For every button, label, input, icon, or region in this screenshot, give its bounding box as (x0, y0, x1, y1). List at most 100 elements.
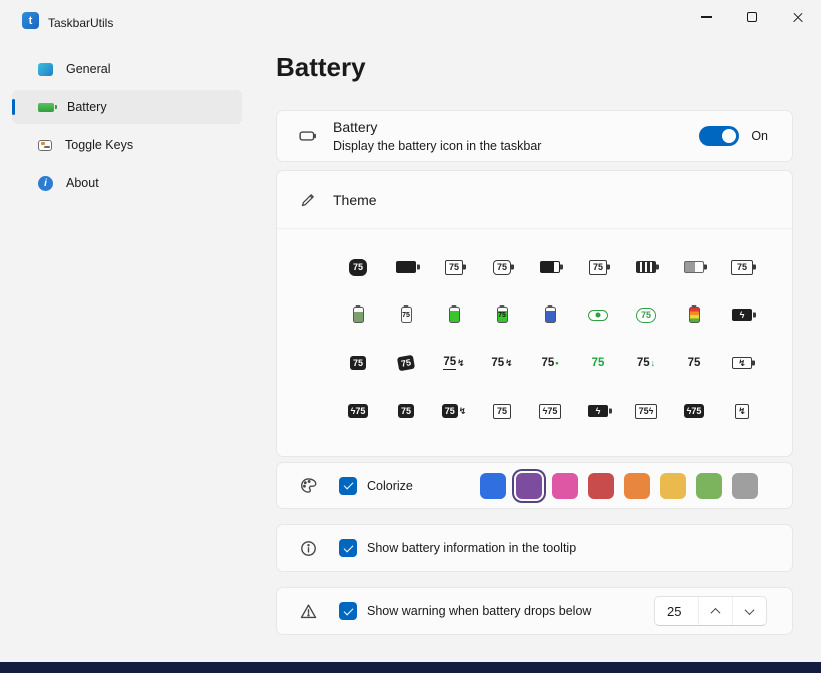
info-icon (38, 176, 53, 191)
sidebar-item-about[interactable]: About (12, 166, 242, 200)
tooltip-checkbox[interactable] (339, 539, 357, 557)
theme-icon-text-75-green: 75 (592, 357, 605, 369)
theme-option-outline-box-75[interactable]: 75 (478, 387, 526, 435)
theme-icon-suffix: • (555, 358, 558, 368)
theme-icon-text-75-plain: 75 (688, 357, 701, 369)
theme-option-solid-bolt-alt[interactable]: ϟ (574, 387, 622, 435)
theme-icon-dark-small-75: 75 (350, 356, 366, 370)
theme-icon-outline-rounded-75: 75 (493, 260, 511, 275)
color-swatch-purple[interactable] (516, 473, 542, 499)
colorize-label: Colorize (367, 479, 413, 493)
colorize-checkbox[interactable] (339, 477, 357, 495)
theme-option-dark-bolt-75[interactable]: ϟ75 (334, 387, 382, 435)
theme-option-solid-block[interactable] (382, 243, 430, 291)
theme-option-dark-tilted-75[interactable]: 75 (382, 339, 430, 387)
theme-option-text-75-dot[interactable]: 75• (526, 339, 574, 387)
color-swatch-red[interactable] (588, 473, 614, 499)
color-swatch-green[interactable] (696, 473, 722, 499)
theme-card: Theme 7575757575757575ϟ757575↯75↯75•7575… (276, 170, 793, 457)
toggle-keys-icon (38, 140, 52, 151)
theme-option-vertical-green[interactable] (430, 291, 478, 339)
theme-icon-text-75-plug: 75 (491, 357, 504, 369)
card-subtitle: Display the battery icon in the taskbar (333, 139, 541, 153)
color-swatch-gray[interactable] (732, 473, 758, 499)
theme-icon-suffix: ↯ (457, 358, 465, 369)
threshold-value[interactable]: 25 (655, 597, 698, 625)
theme-icon-dark-boltv-75: ϟ75 (684, 404, 705, 418)
theme-option-text-75-plug[interactable]: 75↯ (478, 339, 526, 387)
app-title: TaskbarUtils (48, 16, 113, 30)
theme-icon-partial-gray (684, 261, 704, 273)
tooltip-card: Show battery information in the tooltip (276, 524, 793, 572)
palette-icon (299, 477, 317, 495)
theme-option-vertical-gradient[interactable] (670, 291, 718, 339)
warning-checkbox[interactable] (339, 602, 357, 620)
theme-icon-suffix: ↯ (459, 406, 467, 417)
theme-option-oval-green-75[interactable]: 75 (622, 291, 670, 339)
theme-option-outline-plug[interactable]: ↯ (718, 339, 766, 387)
color-swatch-pink[interactable] (552, 473, 578, 499)
theme-icon-suffix: ↯ (505, 358, 513, 369)
theme-icon-outline-bolt-75: ϟ75 (539, 404, 562, 419)
theme-option-dark-boltv-75[interactable]: ϟ75 (670, 387, 718, 435)
theme-option-text-75-green[interactable]: 75 (574, 339, 622, 387)
theme-icon-segmented (636, 261, 656, 273)
chevron-down-icon (745, 605, 755, 615)
theme-icon-suffix: ↓ (651, 358, 656, 368)
theme-option-outline-bolt-75[interactable]: ϟ75 (526, 387, 574, 435)
theme-icon-outline-box-75: 75 (493, 404, 511, 419)
theme-option-outline-75-bolt[interactable]: 75ϟ (622, 387, 670, 435)
color-swatch-yellow[interactable] (660, 473, 686, 499)
battery-toggle-switch[interactable] (699, 126, 739, 146)
battery-toggle-card: Battery Display the battery icon in the … (276, 110, 793, 162)
theme-option-dark-small-75[interactable]: 75 (334, 339, 382, 387)
theme-option-solid-notch[interactable] (526, 243, 574, 291)
theme-icon-solid-bolt: ϟ (732, 309, 752, 321)
theme-option-outline-75-wide[interactable]: 75 (718, 243, 766, 291)
color-swatch-blue[interactable] (480, 473, 506, 499)
theme-option-partial-gray[interactable] (670, 243, 718, 291)
theme-option-vertical-olive[interactable] (334, 291, 382, 339)
theme-option-pill-charge[interactable] (574, 291, 622, 339)
general-icon (38, 63, 53, 76)
theme-option-text-75-arrow[interactable]: 75↓ (622, 339, 670, 387)
theme-icon-dark-tilted-75: 75 (397, 355, 415, 372)
card-title: Battery (333, 119, 377, 135)
theme-icon-outline-plug: ↯ (732, 357, 752, 369)
theme-option-vertical-75[interactable]: 75 (382, 291, 430, 339)
color-swatch-orange[interactable] (624, 473, 650, 499)
theme-option-outline-rounded-75[interactable]: 75 (478, 243, 526, 291)
theme-option-text-75-plain[interactable]: 75 (670, 339, 718, 387)
sidebar-item-toggle-keys[interactable]: Toggle Keys (12, 128, 242, 162)
theme-option-outline-75[interactable]: 75 (430, 243, 478, 291)
pencil-icon (299, 191, 317, 209)
check-icon (343, 480, 353, 490)
theme-icon-vertical-blue (545, 307, 556, 323)
theme-icon-outline-clip: ↯ (735, 404, 749, 419)
theme-option-vertical-blue[interactable] (526, 291, 574, 339)
theme-option-outline-clip[interactable]: ↯ (718, 387, 766, 435)
theme-grid: 7575757575757575ϟ757575↯75↯75•7575↓75↯ϟ7… (334, 229, 792, 435)
sidebar-item-general[interactable]: General (12, 52, 242, 86)
theme-option-vertical-green-75[interactable]: 75 (478, 291, 526, 339)
spinner-down-button[interactable] (732, 597, 766, 625)
theme-icon-dark-rounded-75: 75 (349, 259, 367, 276)
theme-option-dark-75-plug[interactable]: 75↯ (430, 387, 478, 435)
app-icon (22, 12, 39, 29)
check-icon (343, 542, 353, 552)
theme-option-dark-75[interactable]: 75 (382, 387, 430, 435)
warning-card: Show warning when battery drops below 25 (276, 587, 793, 635)
check-icon (343, 605, 353, 615)
theme-header: Theme (277, 171, 792, 229)
theme-icon-dark-75-plug: 75 (442, 404, 458, 418)
sidebar: General Battery Toggle Keys About (12, 52, 242, 204)
theme-option-dark-rounded-75[interactable]: 75 (334, 243, 382, 291)
theme-option-text-75-underline-plug[interactable]: 75↯ (430, 339, 478, 387)
theme-icon-vertical-gradient (689, 307, 700, 323)
selection-accent (12, 99, 15, 115)
theme-option-solid-bolt[interactable]: ϟ (718, 291, 766, 339)
spinner-up-button[interactable] (698, 597, 732, 625)
theme-option-segmented[interactable] (622, 243, 670, 291)
theme-option-outline-75-alt[interactable]: 75 (574, 243, 622, 291)
sidebar-item-battery[interactable]: Battery (12, 90, 242, 124)
